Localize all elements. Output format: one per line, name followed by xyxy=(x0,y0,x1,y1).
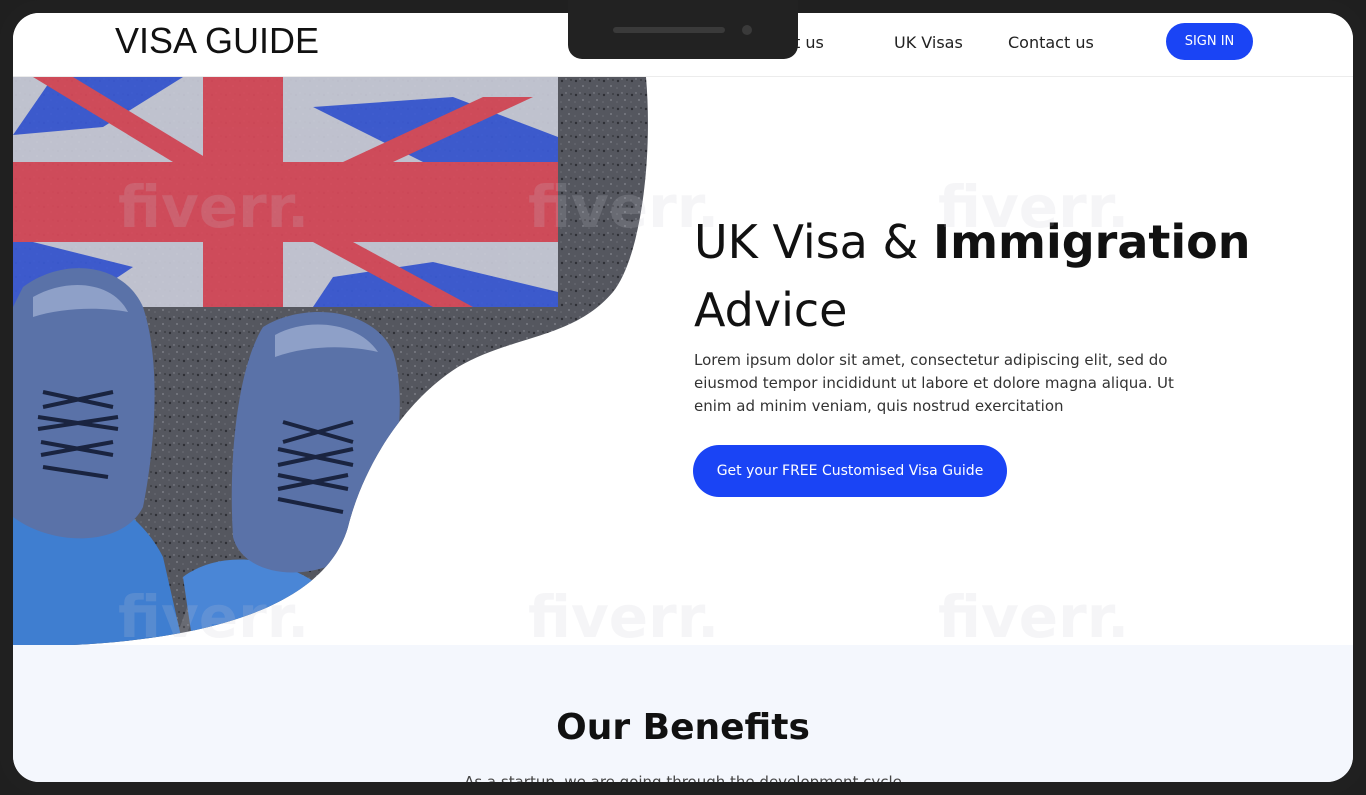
hero-image xyxy=(13,77,673,645)
camera-icon xyxy=(742,25,752,35)
site-logo[interactable]: VISA GUIDE xyxy=(115,19,319,63)
sign-in-button[interactable]: SIGN IN xyxy=(1166,23,1253,60)
hero-title-line2: Advice xyxy=(694,283,848,337)
benefits-subtitle: As a startup, we are going through the d… xyxy=(464,773,902,782)
speaker-icon xyxy=(613,27,725,33)
hero-title-bold: Immigration xyxy=(932,215,1251,269)
get-visa-guide-button[interactable]: Get your FREE Customised Visa Guide xyxy=(693,445,1007,497)
hero-title: UK Visa & Immigration Advice xyxy=(694,208,1294,344)
hero-title-light: UK Visa & xyxy=(694,215,933,269)
device-frame: VISA GUIDE About us UK Visas Contact us … xyxy=(0,0,1366,795)
watermark: fiverr. xyxy=(938,583,1130,651)
nav-uk-visas[interactable]: UK Visas xyxy=(894,33,963,52)
benefits-section: Our Benefits As a startup, we are going … xyxy=(13,645,1353,782)
device-notch xyxy=(568,0,798,59)
benefits-title: Our Benefits xyxy=(556,707,810,748)
screen: VISA GUIDE About us UK Visas Contact us … xyxy=(13,13,1353,782)
hero-description: Lorem ipsum dolor sit amet, consectetur … xyxy=(694,351,1174,415)
uk-flag-shoes-photo xyxy=(13,77,648,645)
nav-contact-us[interactable]: Contact us xyxy=(1008,33,1094,52)
